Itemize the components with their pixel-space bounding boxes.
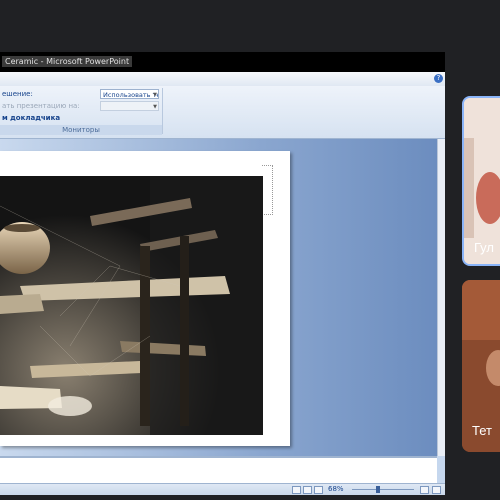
show-on-label: ать презентацию на: [2,102,80,110]
resolution-select[interactable]: Использовать текуще... ▼ [100,89,159,99]
vertical-scrollbar[interactable] [437,139,445,456]
slide-editing-area [0,139,437,456]
participant-tile[interactable]: Тет [462,280,500,452]
slide-canvas[interactable] [0,151,290,446]
group-label: Мониторы [0,125,162,135]
monitors-group: ешение: Использовать текуще... ▼ ать пре… [0,88,163,135]
ceramics-photo-image [0,176,263,435]
zoom-slider-thumb[interactable] [376,486,380,493]
resolution-value: Использовать текуще... [103,91,158,99]
presenter-view-checkbox[interactable]: м докладчика [2,114,60,122]
help-icon[interactable]: ? [434,74,443,83]
normal-view-icon[interactable] [292,486,301,494]
participant-tile[interactable]: Гул [462,96,500,266]
text-placeholder[interactable] [262,165,273,215]
notes-pane[interactable] [0,456,437,485]
zoom-level[interactable]: 68% [328,485,344,493]
slide-show-view-icon[interactable] [314,486,323,494]
shared-powerpoint-window: Ceramic - Microsoft PowerPoint ? ешение:… [0,52,445,495]
title-bar: Ceramic - Microsoft PowerPoint [0,52,445,72]
slide-sorter-view-icon[interactable] [303,486,312,494]
chevron-down-icon: ▼ [153,92,157,98]
participant-name: Гул [474,240,494,255]
window-title: Ceramic - Microsoft PowerPoint [2,56,133,67]
slide-photo[interactable] [0,176,263,435]
show-on-select[interactable]: ▼ [100,101,159,111]
status-bar: 68% [0,483,445,495]
participant-name: Тет [472,423,492,438]
zoom-slider[interactable] [352,489,414,490]
chevron-down-icon: ▼ [153,104,157,110]
fit-to-window-icon[interactable] [432,486,441,494]
ribbon-tab-strip: ? [0,72,445,87]
zoom-in-icon[interactable] [420,486,429,494]
ribbon: ешение: Использовать текуще... ▼ ать пре… [0,86,445,139]
resolution-label: ешение: [2,90,33,98]
